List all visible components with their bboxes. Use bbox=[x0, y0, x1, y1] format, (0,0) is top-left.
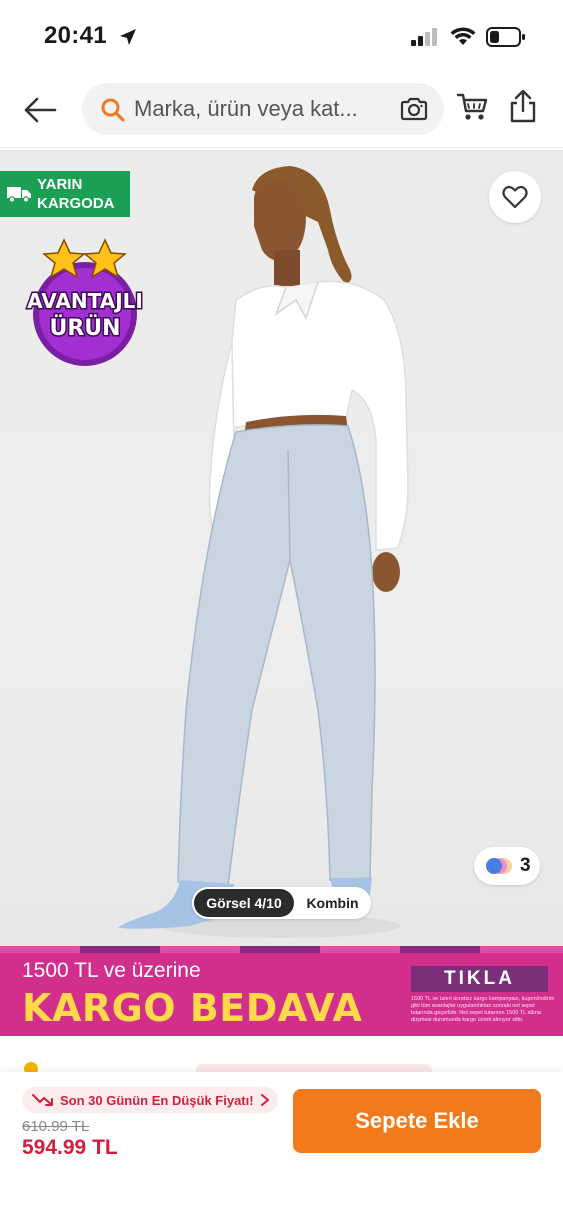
advantage-badge-line1: AVANTAJLI bbox=[27, 289, 143, 313]
search-placeholder: Marka, ürün veya kat... bbox=[134, 96, 358, 121]
promo-subtitle: 1500 TL ve üzerine bbox=[22, 959, 201, 982]
old-price: 610.99 TL bbox=[22, 1118, 90, 1135]
tab-images[interactable]: Görsel 4/10 bbox=[194, 889, 294, 917]
back-button[interactable] bbox=[20, 92, 60, 128]
favorite-button[interactable] bbox=[489, 171, 541, 223]
color-variants-button[interactable]: 3 bbox=[474, 847, 540, 885]
color-count: 3 bbox=[520, 855, 531, 876]
lowest-price-badge[interactable]: Son 30 Günün En Düşük Fiyatı! bbox=[22, 1087, 278, 1113]
current-price: 594.99 TL bbox=[22, 1136, 118, 1159]
wifi-icon bbox=[450, 27, 476, 45]
search-input[interactable]: Marka, ürün veya kat... bbox=[82, 83, 444, 135]
shipping-badge-line2: KARGODA bbox=[37, 195, 115, 212]
heart-icon bbox=[502, 185, 528, 209]
battery-icon bbox=[486, 27, 525, 47]
advantage-badge-line2: ÜRÜN bbox=[49, 315, 120, 341]
search-header: Marka, ürün veya kat... bbox=[0, 72, 563, 148]
image-mode-toggle: Görsel 4/10 Kombin bbox=[192, 887, 371, 919]
promo-click-button[interactable]: TIKLA bbox=[411, 966, 548, 992]
promo-title: KARGO BEDAVA bbox=[22, 986, 363, 1030]
promo-terms: 1500 TL ve üzeri ücretsiz kargo kampanya… bbox=[411, 996, 555, 1023]
camera-search-icon[interactable] bbox=[399, 96, 429, 122]
add-to-cart-button[interactable]: Sepete Ekle bbox=[293, 1089, 541, 1153]
product-image-gallery[interactable]: YARIN KARGODA AVANTAJLI ÜRÜN 3 Görsel 4/… bbox=[0, 150, 563, 946]
cellular-signal-icon bbox=[411, 28, 437, 46]
share-icon bbox=[510, 89, 536, 123]
color-palette-icon bbox=[486, 858, 512, 874]
advantage-product-badge: AVANTAJLI ÜRÜN bbox=[26, 238, 144, 366]
share-button[interactable] bbox=[508, 89, 538, 128]
status-bar: 20:41 bbox=[0, 0, 563, 72]
shipping-badge-line1: YARIN bbox=[37, 176, 83, 193]
arrow-left-icon bbox=[24, 97, 57, 123]
status-time: 20:41 bbox=[44, 22, 107, 49]
free-shipping-banner[interactable]: 1500 TL ve üzerine KARGO BEDAVA TIKLA 15… bbox=[0, 946, 563, 1036]
tab-combine[interactable]: Kombin bbox=[296, 889, 369, 917]
cart-icon bbox=[456, 93, 488, 120]
fast-shipping-badge: YARIN KARGODA bbox=[0, 171, 130, 217]
cart-button[interactable] bbox=[456, 92, 489, 127]
lowest-price-label: Son 30 Günün En Düşük Fiyatı! bbox=[60, 1092, 254, 1108]
trend-down-icon bbox=[32, 1094, 53, 1106]
truck-icon bbox=[7, 187, 31, 203]
location-arrow-icon bbox=[120, 29, 136, 45]
search-icon bbox=[101, 98, 125, 122]
chevron-right-icon bbox=[260, 1094, 269, 1106]
banner-stripes bbox=[0, 946, 563, 953]
bottom-purchase-bar: Son 30 Günün En Düşük Fiyatı! 610.99 TL … bbox=[0, 1072, 563, 1219]
